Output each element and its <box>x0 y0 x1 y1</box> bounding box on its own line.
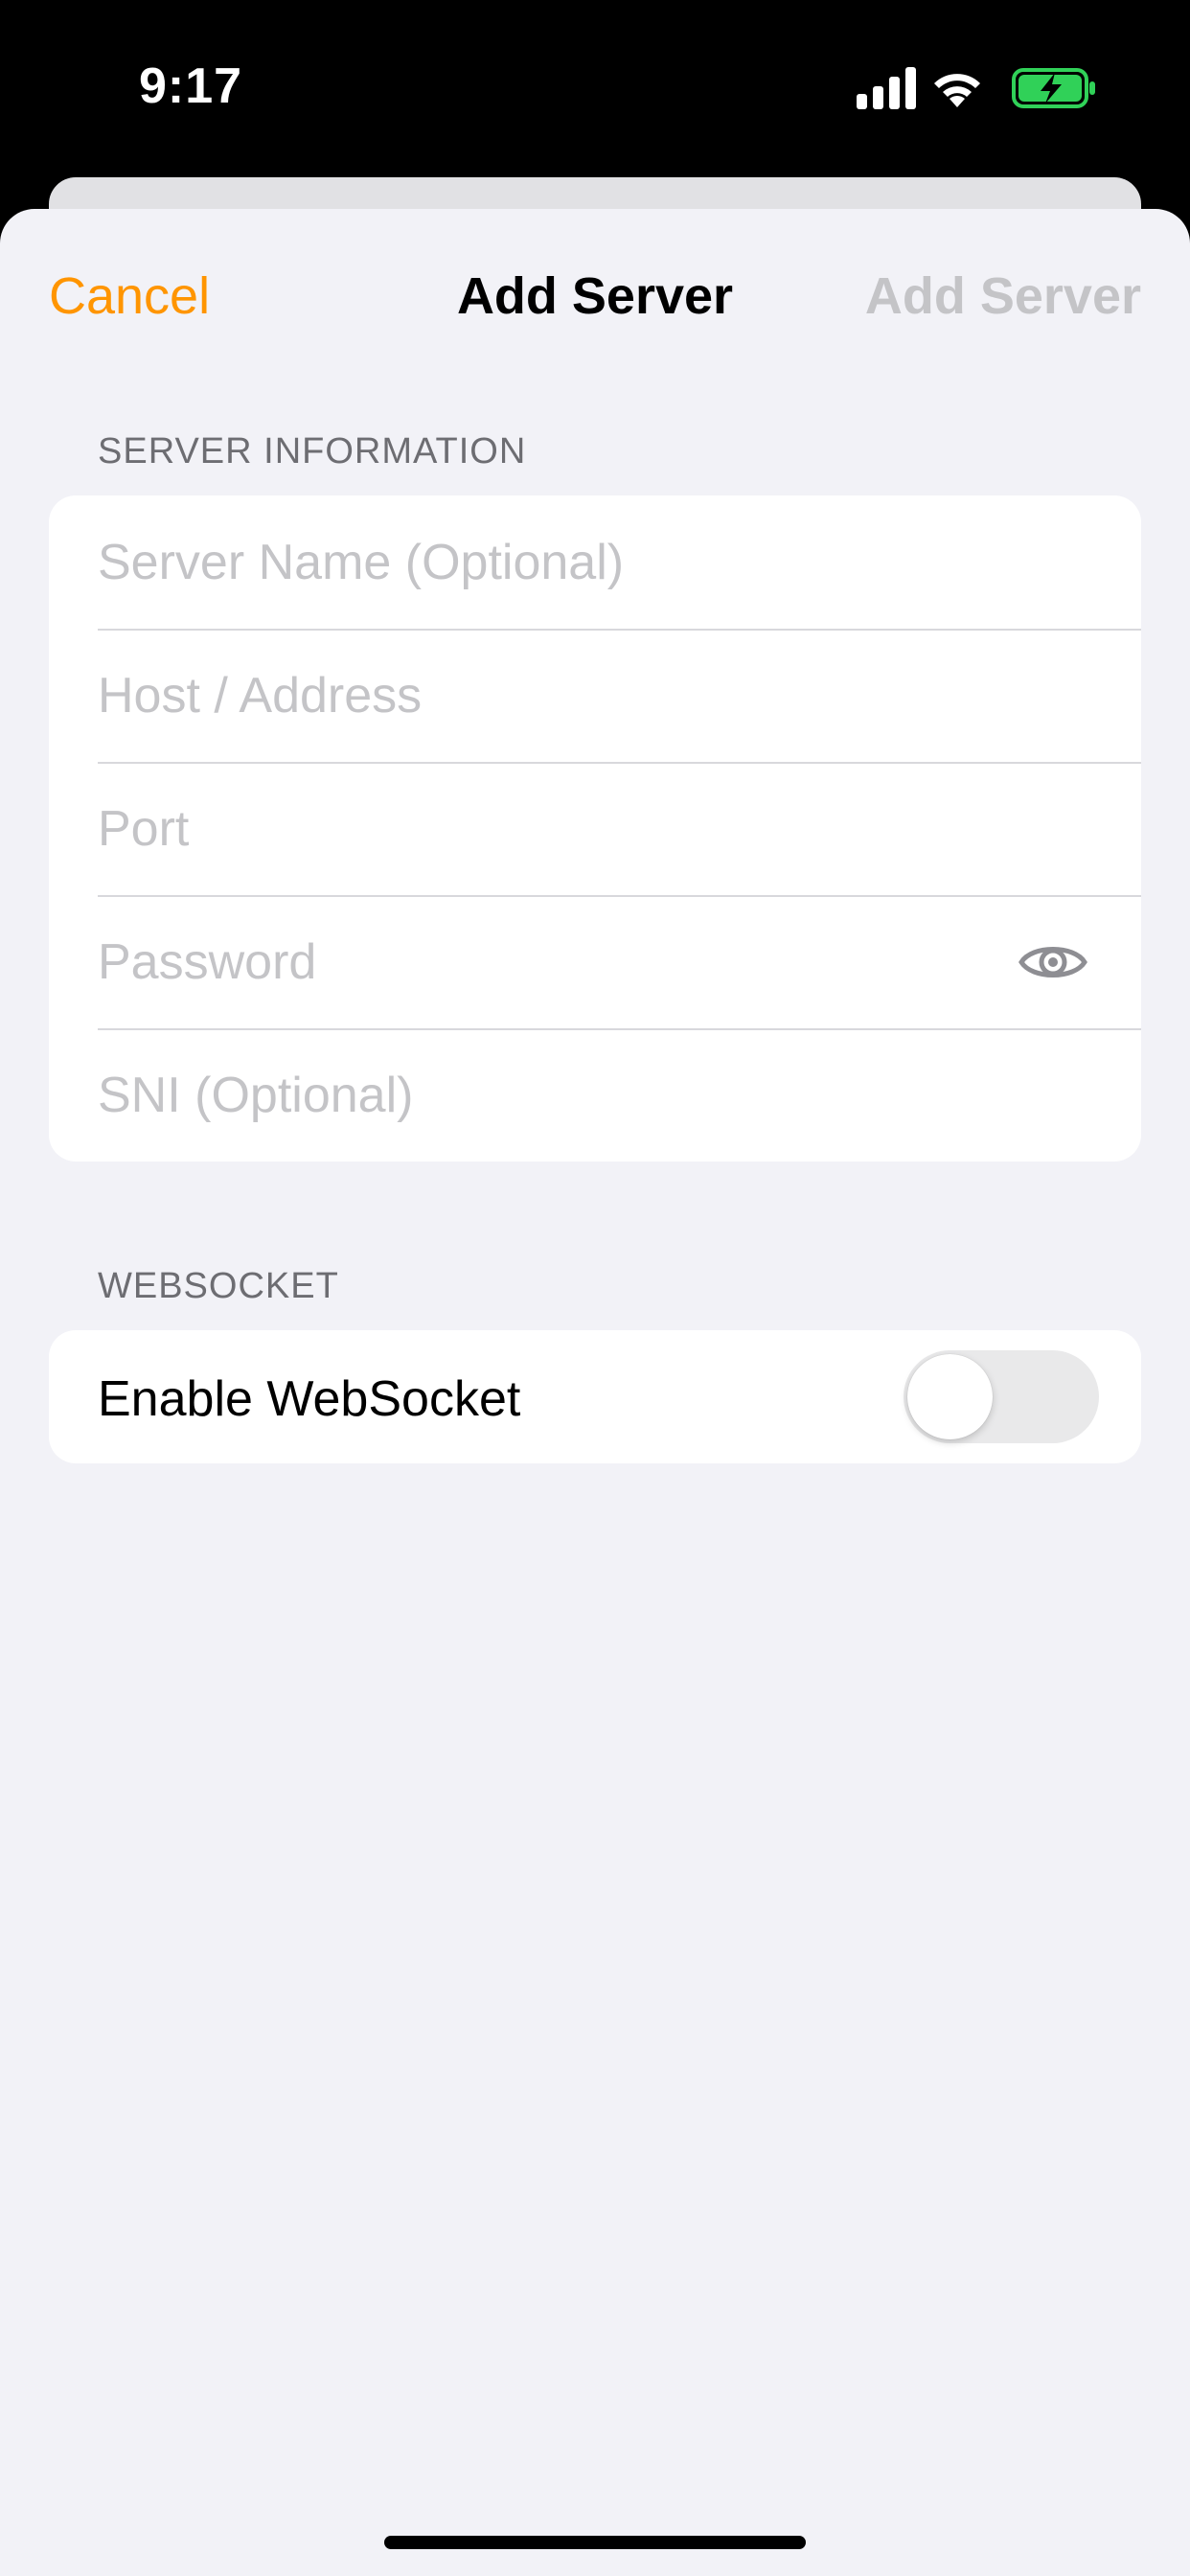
port-field[interactable] <box>98 762 1018 895</box>
host-row <box>49 629 1141 762</box>
home-indicator[interactable] <box>384 2536 806 2549</box>
websocket-group: Enable WebSocket <box>49 1330 1141 1463</box>
nav-bar: Cancel Add Server Add Server <box>0 209 1190 381</box>
status-time: 9:17 <box>139 58 243 114</box>
enable-websocket-toggle[interactable] <box>904 1350 1099 1443</box>
server-name-row <box>49 495 1141 629</box>
password-row <box>49 895 1141 1028</box>
add-server-sheet: Cancel Add Server Add Server SERVER INFO… <box>0 209 1190 2576</box>
enable-websocket-label: Enable WebSocket <box>98 1371 521 1427</box>
section-header-websocket: WEBSOCKET <box>98 1266 339 1306</box>
server-information-group <box>49 495 1141 1162</box>
toggle-knob <box>907 1354 993 1439</box>
battery-charging-icon <box>1012 68 1095 108</box>
cellular-signal-icon <box>857 67 916 109</box>
wifi-icon <box>934 74 980 107</box>
password-field[interactable] <box>98 895 922 1028</box>
port-row <box>49 762 1141 895</box>
server-name-field[interactable] <box>98 495 1018 629</box>
enable-websocket-row: Enable WebSocket <box>49 1330 1141 1463</box>
status-bar: 9:17 <box>0 0 1190 182</box>
host-field[interactable] <box>98 629 1018 762</box>
sni-field[interactable] <box>98 1028 1018 1162</box>
add-server-button[interactable]: Add Server <box>865 266 1141 326</box>
sni-row <box>49 1028 1141 1162</box>
section-header-server-information: SERVER INFORMATION <box>98 431 527 472</box>
eye-icon[interactable] <box>1018 937 1087 987</box>
